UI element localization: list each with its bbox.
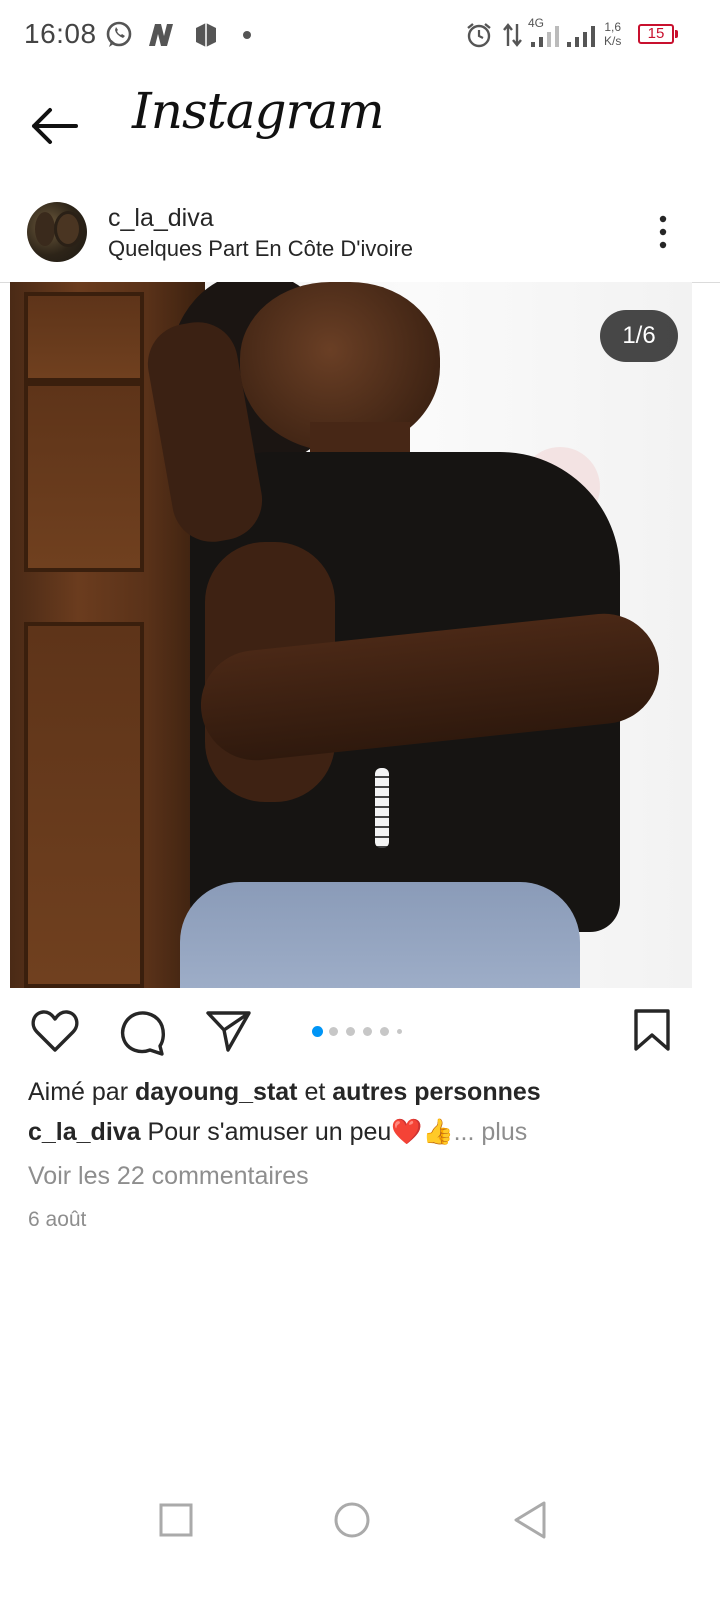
app-title: Instagram bbox=[132, 82, 385, 140]
post-username[interactable]: c_la_diva bbox=[108, 204, 214, 233]
signal-icon bbox=[567, 26, 595, 47]
home-button[interactable] bbox=[332, 1500, 372, 1540]
battery-indicator: 15 bbox=[638, 24, 678, 44]
post-location[interactable]: Quelques Part En Côte D'ivoire bbox=[108, 236, 413, 262]
back-button[interactable] bbox=[510, 1500, 550, 1540]
carousel-dot bbox=[380, 1026, 389, 1036]
post-date: 6 août bbox=[28, 1208, 87, 1231]
caption-username[interactable]: c_la_diva bbox=[28, 1118, 141, 1146]
status-time: 16:08 bbox=[24, 18, 97, 49]
avatar[interactable] bbox=[27, 202, 87, 262]
share-icon[interactable] bbox=[204, 1008, 252, 1054]
network-speed: 1,6 K/s bbox=[604, 20, 622, 48]
more-options-icon[interactable] bbox=[654, 214, 672, 250]
alarm-icon bbox=[467, 23, 491, 48]
liked-by-others[interactable]: autres personnes bbox=[332, 1078, 540, 1106]
caption-text: Pour s'amuser un peu❤️👍 bbox=[140, 1118, 454, 1146]
caption-more-link[interactable]: ... plus bbox=[454, 1118, 528, 1146]
carousel-dot bbox=[312, 1025, 323, 1037]
recent-apps-button[interactable] bbox=[158, 1500, 194, 1540]
status-bar: 16:08 4G 1,6 K/s 15 bbox=[0, 0, 720, 72]
n-app-icon bbox=[149, 24, 173, 46]
carousel-dot bbox=[329, 1026, 338, 1036]
comment-icon[interactable] bbox=[116, 1008, 166, 1056]
data-arrows-icon bbox=[503, 23, 522, 47]
save-bookmark-icon[interactable] bbox=[632, 1008, 672, 1052]
post-caption: c_la_diva Pour s'amuser un peu❤️👍... plu… bbox=[28, 1118, 527, 1147]
carousel-dot bbox=[346, 1026, 355, 1036]
notification-dot bbox=[243, 31, 251, 39]
post-photo[interactable]: 1/6 bbox=[10, 282, 692, 988]
whatsapp-icon bbox=[106, 21, 132, 47]
view-comments-link[interactable]: Voir les 22 commentaires bbox=[28, 1162, 309, 1191]
post-header: c_la_diva Quelques Part En Côte D'ivoire bbox=[0, 190, 720, 283]
back-arrow-icon[interactable] bbox=[28, 104, 80, 148]
likes-summary[interactable]: Aimé par dayoung_stat et autres personne… bbox=[28, 1078, 541, 1107]
liker-username[interactable]: dayoung_stat bbox=[135, 1078, 298, 1106]
signal-icon bbox=[531, 26, 559, 47]
carousel-dot bbox=[397, 1028, 402, 1034]
shield-app-icon bbox=[196, 23, 216, 47]
carousel-dot bbox=[363, 1026, 372, 1036]
like-heart-icon[interactable] bbox=[30, 1008, 80, 1054]
image-counter: 1/6 bbox=[600, 310, 678, 362]
